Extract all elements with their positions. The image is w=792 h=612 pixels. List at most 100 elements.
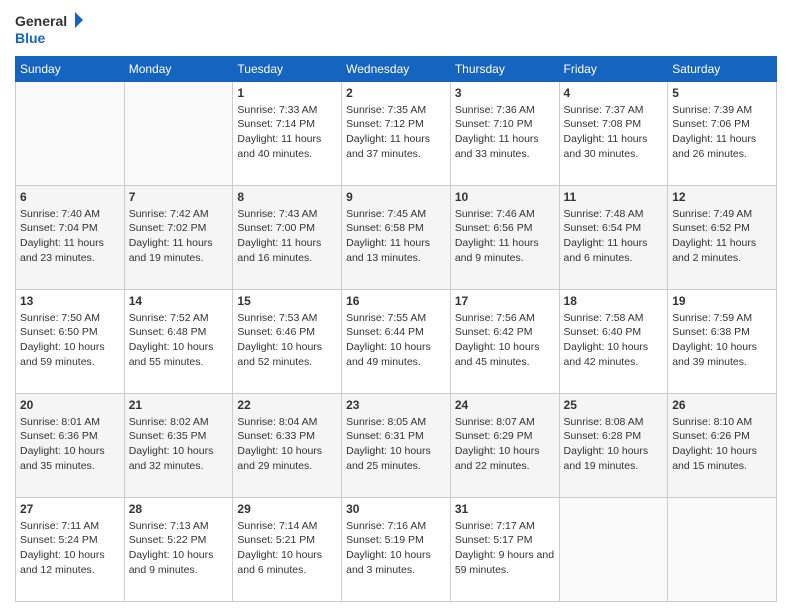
sunrise-text: Sunrise: 7:33 AM (237, 104, 317, 116)
daylight-text: Daylight: 10 hours and 3 minutes. (346, 549, 431, 576)
sunrise-text: Sunrise: 7:52 AM (129, 312, 209, 324)
daylight-text: Daylight: 11 hours and 16 minutes. (237, 237, 321, 264)
sunrise-text: Sunrise: 7:59 AM (672, 312, 752, 324)
daylight-text: Daylight: 10 hours and 35 minutes. (20, 445, 105, 472)
day-number: 31 (455, 501, 555, 518)
sunset-text: Sunset: 6:54 PM (564, 222, 642, 234)
weekday-header-wednesday: Wednesday (342, 57, 451, 82)
sunset-text: Sunset: 6:42 PM (455, 326, 533, 338)
sunset-text: Sunset: 7:06 PM (672, 118, 750, 130)
daylight-text: Daylight: 11 hours and 33 minutes. (455, 133, 539, 160)
sunset-text: Sunset: 6:40 PM (564, 326, 642, 338)
weekday-header-sunday: Sunday (16, 57, 125, 82)
daylight-text: Daylight: 11 hours and 13 minutes. (346, 237, 430, 264)
daylight-text: Daylight: 10 hours and 55 minutes. (129, 341, 214, 368)
sunset-text: Sunset: 5:22 PM (129, 534, 207, 546)
sunrise-text: Sunrise: 8:04 AM (237, 416, 317, 428)
calendar-cell: 28Sunrise: 7:13 AMSunset: 5:22 PMDayligh… (124, 498, 233, 602)
day-number: 29 (237, 501, 337, 518)
sunrise-text: Sunrise: 7:56 AM (455, 312, 535, 324)
daylight-text: Daylight: 10 hours and 19 minutes. (564, 445, 649, 472)
weekday-header-thursday: Thursday (450, 57, 559, 82)
calendar-cell: 16Sunrise: 7:55 AMSunset: 6:44 PMDayligh… (342, 290, 451, 394)
sunset-text: Sunset: 6:38 PM (672, 326, 750, 338)
day-number: 10 (455, 189, 555, 206)
calendar-cell: 19Sunrise: 7:59 AMSunset: 6:38 PMDayligh… (668, 290, 777, 394)
sunrise-text: Sunrise: 7:14 AM (237, 520, 317, 532)
day-number: 1 (237, 85, 337, 102)
day-number: 16 (346, 293, 446, 310)
calendar-cell: 3 Sunrise: 7:36 AM Sunset: 7:10 PM Daylight… (450, 82, 559, 186)
sunrise-text: Sunrise: 8:07 AM (455, 416, 535, 428)
calendar-cell (124, 82, 233, 186)
sunrise-text: Sunrise: 7:16 AM (346, 520, 426, 532)
logo: General Blue (15, 10, 85, 48)
daylight-text: Daylight: 10 hours and 59 minutes. (20, 341, 105, 368)
sunset-text: Sunset: 6:50 PM (20, 326, 98, 338)
day-number: 3 (455, 85, 555, 102)
sunrise-text: Sunrise: 7:48 AM (564, 208, 644, 220)
sunset-text: Sunset: 6:56 PM (455, 222, 533, 234)
weekday-header-monday: Monday (124, 57, 233, 82)
daylight-text: Daylight: 11 hours and 6 minutes. (564, 237, 648, 264)
sunrise-text: Sunrise: 7:36 AM (455, 104, 535, 116)
logo-svg: General Blue (15, 10, 85, 48)
day-number: 2 (346, 85, 446, 102)
calendar-row-3: 13Sunrise: 7:50 AMSunset: 6:50 PMDayligh… (16, 290, 777, 394)
day-number: 28 (129, 501, 229, 518)
calendar-row-1: 1Sunrise: 7:33 AMSunset: 7:14 PMDaylight… (16, 82, 777, 186)
daylight-text: Daylight: 11 hours and 9 minutes. (455, 237, 539, 264)
day-number: 19 (672, 293, 772, 310)
sunset-text: Sunset: 6:44 PM (346, 326, 424, 338)
sunset-text: Sunset: 6:35 PM (129, 430, 207, 442)
sunrise-text: Sunrise: 7:43 AM (237, 208, 317, 220)
daylight-text: Daylight: 10 hours and 52 minutes. (237, 341, 322, 368)
daylight-text: Daylight: 10 hours and 45 minutes. (455, 341, 540, 368)
sunrise-text: Sunrise: 7:35 AM (346, 104, 426, 116)
sunrise-text: Sunrise: 7:39 AM (672, 104, 752, 116)
day-number: 20 (20, 397, 120, 414)
daylight-text: Daylight: 9 hours and 59 minutes. (455, 549, 554, 576)
daylight-text: Daylight: 10 hours and 6 minutes. (237, 549, 322, 576)
calendar-cell: 5 Sunrise: 7:39 AM Sunset: 7:06 PM Daylight… (668, 82, 777, 186)
sunrise-text: Sunrise: 8:10 AM (672, 416, 752, 428)
sunrise-text: Sunrise: 8:08 AM (564, 416, 644, 428)
day-number: 9 (346, 189, 446, 206)
daylight-text: Daylight: 10 hours and 42 minutes. (564, 341, 649, 368)
sunset-text: Sunset: 7:08 PM (564, 118, 642, 130)
daylight-text: Daylight: 10 hours and 15 minutes. (672, 445, 757, 472)
day-number: 8 (237, 189, 337, 206)
calendar-row-2: 6Sunrise: 7:40 AMSunset: 7:04 PMDaylight… (16, 186, 777, 290)
calendar-cell: 24Sunrise: 8:07 AMSunset: 6:29 PMDayligh… (450, 394, 559, 498)
sunset-text: Sunset: 7:10 PM (455, 118, 533, 130)
calendar-cell: 9Sunrise: 7:45 AMSunset: 6:58 PMDaylight… (342, 186, 451, 290)
day-number: 5 (672, 85, 772, 102)
daylight-text: Daylight: 11 hours and 2 minutes. (672, 237, 756, 264)
sunset-text: Sunset: 5:17 PM (455, 534, 533, 546)
sunset-text: Sunset: 5:24 PM (20, 534, 98, 546)
daylight-text: Daylight: 10 hours and 25 minutes. (346, 445, 431, 472)
calendar-cell (16, 82, 125, 186)
sunrise-text: Sunrise: 7:46 AM (455, 208, 535, 220)
weekday-header-friday: Friday (559, 57, 668, 82)
calendar-cell: 2Sunrise: 7:35 AMSunset: 7:12 PMDaylight… (342, 82, 451, 186)
sunrise-text: Sunrise: 8:02 AM (129, 416, 209, 428)
calendar-cell: 1Sunrise: 7:33 AMSunset: 7:14 PMDaylight… (233, 82, 342, 186)
daylight-text: Daylight: 10 hours and 22 minutes. (455, 445, 540, 472)
calendar-cell: 21Sunrise: 8:02 AMSunset: 6:35 PMDayligh… (124, 394, 233, 498)
day-number: 27 (20, 501, 120, 518)
calendar-cell: 11Sunrise: 7:48 AMSunset: 6:54 PMDayligh… (559, 186, 668, 290)
calendar-cell: 6Sunrise: 7:40 AMSunset: 7:04 PMDaylight… (16, 186, 125, 290)
sunset-text: Sunset: 7:04 PM (20, 222, 98, 234)
sunset-text: Sunset: 6:36 PM (20, 430, 98, 442)
day-number: 4 (564, 85, 664, 102)
calendar-cell: 26Sunrise: 8:10 AMSunset: 6:26 PMDayligh… (668, 394, 777, 498)
daylight-text: Daylight: 11 hours and 26 minutes. (672, 133, 756, 160)
calendar-cell: 29Sunrise: 7:14 AMSunset: 5:21 PMDayligh… (233, 498, 342, 602)
calendar-cell (559, 498, 668, 602)
sunrise-text: Sunrise: 7:40 AM (20, 208, 100, 220)
sunset-text: Sunset: 6:26 PM (672, 430, 750, 442)
day-number: 13 (20, 293, 120, 310)
sunrise-text: Sunrise: 7:55 AM (346, 312, 426, 324)
day-number: 15 (237, 293, 337, 310)
